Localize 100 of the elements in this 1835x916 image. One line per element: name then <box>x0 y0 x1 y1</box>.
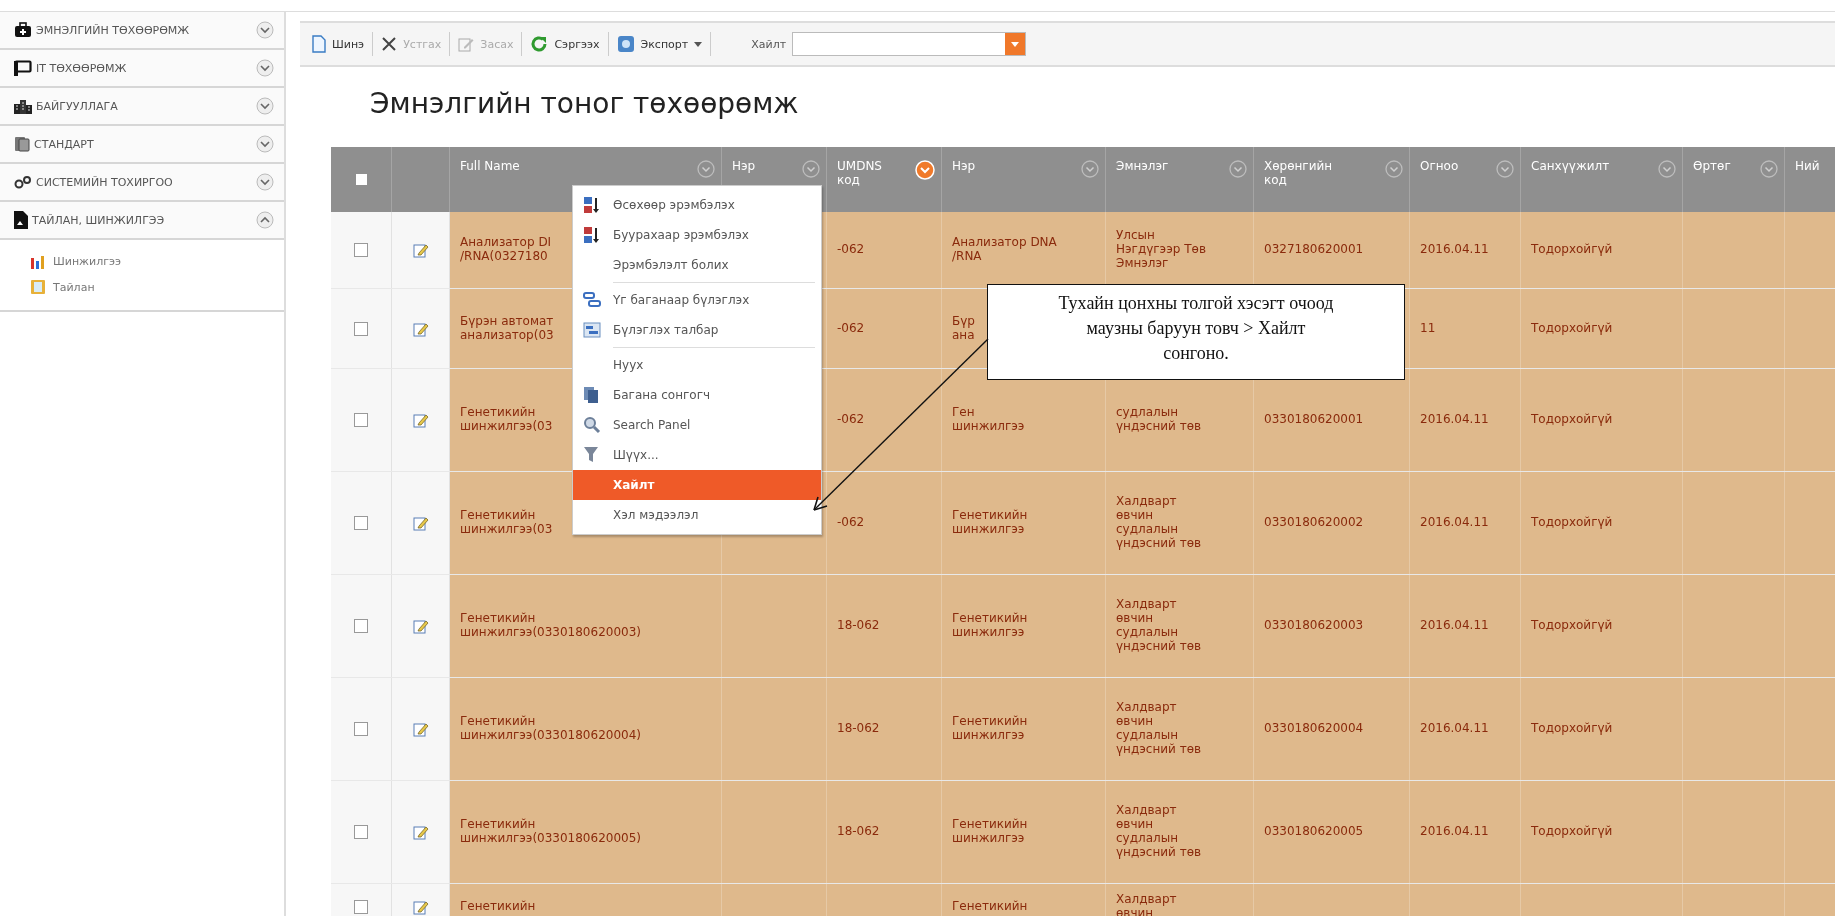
table-cell: -062 <box>827 289 942 368</box>
dropdown-button[interactable] <box>1005 33 1026 55</box>
new-document-icon <box>312 35 326 53</box>
table-cell: Халдварт өвчин судлалын үндэсний төв <box>1106 575 1254 677</box>
table-cell: Тодорхойгүй <box>1521 212 1683 288</box>
table-cell: 0330180620002 <box>1254 472 1410 574</box>
table-cell: Тодорхойгүй <box>1521 289 1683 368</box>
sidebar-subitem[interactable]: Шинжилгээ <box>0 248 122 274</box>
documents-icon <box>14 136 30 152</box>
chevron-down-icon[interactable] <box>1760 160 1778 178</box>
page-title: Эмнэлгийн тоног төхөөрөмж <box>370 87 800 122</box>
table-cell: Тодорхойгүй <box>1521 575 1683 677</box>
table-cell: Генетикийн <box>942 884 1106 916</box>
toolbar-button[interactable]: Экспорт <box>608 31 711 57</box>
chevron-down-icon[interactable] <box>1081 160 1099 178</box>
monitor-icon <box>14 60 32 76</box>
table-cell: Тодорхойгүй <box>1521 678 1683 780</box>
column-title: Өртөг <box>1693 160 1732 174</box>
sort-ascending-icon <box>583 196 601 214</box>
column-title: Санхүүжилт <box>1531 160 1611 174</box>
filter-icon <box>583 446 599 464</box>
table-cell: 0327180620001 <box>1254 212 1410 288</box>
sidebar-item[interactable]: ТАЙЛАН, ШИНЖИЛГЭЭ <box>0 202 284 240</box>
column-title: Огноо <box>1420 160 1460 174</box>
sidebar-item[interactable]: ЭМНЭЛГИЙН ТӨХӨӨРӨМЖ <box>0 12 284 50</box>
sidebar-item[interactable]: СТАНДАРТ <box>0 126 284 164</box>
chevron-down-icon[interactable] <box>697 160 715 178</box>
table-cell: Генетикийн шинжилгээ(0330180620004) <box>450 678 722 780</box>
toolbar-button[interactable]: Сэргээх <box>522 31 608 57</box>
table-cell: Халдварт өвчин судлалын үндэсний төв <box>1106 781 1254 883</box>
row-checkbox[interactable] <box>354 516 368 530</box>
chevron-down-icon[interactable] <box>1229 160 1247 178</box>
row-checkbox[interactable] <box>354 619 368 633</box>
sidebar-item[interactable]: IT ТӨХӨӨРӨМЖ <box>0 50 284 88</box>
edit-icon[interactable] <box>412 618 429 634</box>
group-icon <box>583 292 601 308</box>
table-cell: Халдварт өвчин судлалын үндэсний төв <box>1106 472 1254 574</box>
edit-icon[interactable] <box>412 320 429 337</box>
edit-icon[interactable] <box>412 721 429 737</box>
chevron-down-icon[interactable] <box>1385 160 1403 178</box>
table-cell: Анализатор DNA /RNA <box>942 212 1106 288</box>
row-checkbox[interactable] <box>354 825 368 839</box>
row-checkbox[interactable] <box>354 321 368 336</box>
table-cell: 0330180620003 <box>1254 575 1410 677</box>
table-cell: Тодорхойгүй <box>1521 472 1683 574</box>
close-icon <box>381 36 398 52</box>
group-panel-icon <box>583 322 601 338</box>
table-cell: 18-062 <box>827 781 942 883</box>
chevron-down-icon[interactable] <box>1658 160 1676 178</box>
gears-icon <box>14 175 32 189</box>
columns-icon <box>583 386 599 404</box>
toolbar-button[interactable]: Шинэ <box>304 31 373 57</box>
table-cell: Халдварт өвчин судлалын үндэсний төв <box>1106 678 1254 780</box>
table-cell: Генетикийн шинжилгээ <box>942 678 1106 780</box>
select-all-checkbox[interactable] <box>355 174 367 185</box>
search-field[interactable] <box>792 32 1027 56</box>
edit-icon[interactable] <box>412 824 429 840</box>
table-cell: 11 <box>1410 289 1521 368</box>
search-icon <box>583 416 601 434</box>
column-title: Эмнэлэг <box>1116 160 1170 174</box>
table-cell: 2016.04.11 <box>1410 369 1521 471</box>
table-cell: Генетикийн шинжилгээ(0330180620003) <box>450 575 722 677</box>
chevron-down-icon[interactable] <box>802 160 820 178</box>
row-checkbox[interactable] <box>354 722 368 736</box>
chevron-down-icon[interactable] <box>1496 160 1514 178</box>
table-cell: -062 <box>827 472 942 574</box>
table-cell: Генетикийн шинжилгээ <box>942 575 1106 677</box>
bar-chart-icon <box>30 253 46 269</box>
column-title: Нэр <box>732 160 757 174</box>
table-cell: 2016.04.11 <box>1410 781 1521 883</box>
caret-icon <box>1011 41 1020 47</box>
row-checkbox[interactable] <box>354 243 368 257</box>
row-checkbox[interactable] <box>354 900 368 914</box>
table-cell: 0330180620005 <box>1254 781 1410 883</box>
export-icon <box>616 35 635 53</box>
sort-descending-icon <box>583 226 601 244</box>
buildings-icon <box>14 98 32 114</box>
table-cell: 0330180620004 <box>1254 678 1410 780</box>
edit-icon[interactable] <box>412 899 429 915</box>
refresh-icon <box>530 35 549 53</box>
edit-icon[interactable] <box>412 515 429 531</box>
edit-icon[interactable] <box>412 412 429 428</box>
table-cell: 18-062 <box>827 575 942 677</box>
column-title: Ний <box>1795 160 1821 174</box>
table-cell: Генетикийн шинжилгээ(0330180620005) <box>450 781 722 883</box>
sidebar-subitem[interactable]: Тайлан <box>0 274 95 300</box>
document-icon <box>14 211 28 229</box>
table-cell: Генетикийн шинжилгээ <box>942 472 1106 574</box>
sidebar-item[interactable]: СИСТЕМИЙН ТОХИРГОО <box>0 164 284 202</box>
column-title: Full Name <box>460 160 521 174</box>
medical-case-icon <box>14 22 32 38</box>
row-checkbox[interactable] <box>354 413 368 427</box>
table-cell: Тодорхойгүй <box>1521 369 1683 471</box>
table-cell: 2016.04.11 <box>1410 575 1521 677</box>
table-cell: 2016.04.11 <box>1410 212 1521 288</box>
table-cell: Тодорхойгүй <box>1521 781 1683 883</box>
table-cell: -062 <box>827 212 942 288</box>
sidebar-item[interactable]: БАЙГУУЛЛАГА <box>0 88 284 126</box>
callout-box: Тухайн цонхны толгой хэсэгт очоод маузны баруун товч > Хайлт сонгоно. <box>987 284 1405 380</box>
edit-icon[interactable] <box>412 242 429 258</box>
